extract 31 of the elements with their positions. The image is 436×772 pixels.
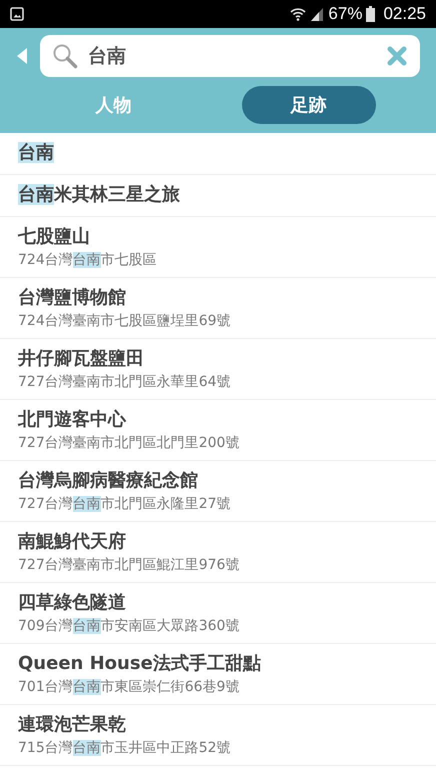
place-name[interactable]: 七股鹽山 xyxy=(18,224,90,250)
place-address: 727台灣臺南市北門區北門里200號 xyxy=(18,434,240,453)
place-address: 727台灣臺南市北門區永華里64號 xyxy=(18,373,231,392)
tab[interactable]: 足跡 xyxy=(242,86,376,124)
signal-icon xyxy=(310,7,324,21)
place-address: 715台灣台南市玉井區中正路52號 xyxy=(18,739,231,758)
place-address: 724台灣臺南市七股區鹽埕里69號 xyxy=(18,312,231,331)
place-name[interactable]: 連環泡芒果乾 xyxy=(18,712,126,738)
clear-icon[interactable] xyxy=(387,46,407,66)
place-address: 724台灣台南市七股區 xyxy=(18,251,157,270)
search-icon xyxy=(52,43,78,69)
place-name[interactable]: 北門遊客中心 xyxy=(18,407,126,433)
place-name[interactable]: 台灣烏腳病醫療紀念館 xyxy=(18,468,198,494)
place-name[interactable]: 台南 xyxy=(18,140,54,166)
clock-time: 02:25 xyxy=(383,4,426,24)
place-name[interactable]: 四草綠色隧道 xyxy=(18,590,126,616)
battery-percent: 67% xyxy=(328,4,362,24)
place-name[interactable]: 台南米其林三星之旅 xyxy=(18,182,180,208)
battery-icon xyxy=(366,6,376,22)
place-address: 727台灣臺南市北門區鯤江里976號 xyxy=(18,556,240,575)
place-name[interactable]: Queen House法式手工甜點 xyxy=(18,651,261,677)
place-name[interactable]: 台灣鹽博物館 xyxy=(18,285,126,311)
place-address: 701台灣台南市東區崇仁街66巷9號 xyxy=(18,678,240,697)
place-address: 727台灣台南市北門區永隆里27號 xyxy=(18,495,231,514)
search-field[interactable]: 台南 xyxy=(40,35,420,77)
place-address: 709台灣台南市安南區大眾路360號 xyxy=(18,617,240,636)
wifi-icon xyxy=(290,6,306,22)
place-name[interactable]: 南鯤鯓代天府 xyxy=(18,529,126,555)
back-icon[interactable] xyxy=(16,47,28,65)
place-name[interactable]: 井仔腳瓦盤鹽田 xyxy=(18,346,144,372)
image-icon xyxy=(10,7,24,21)
